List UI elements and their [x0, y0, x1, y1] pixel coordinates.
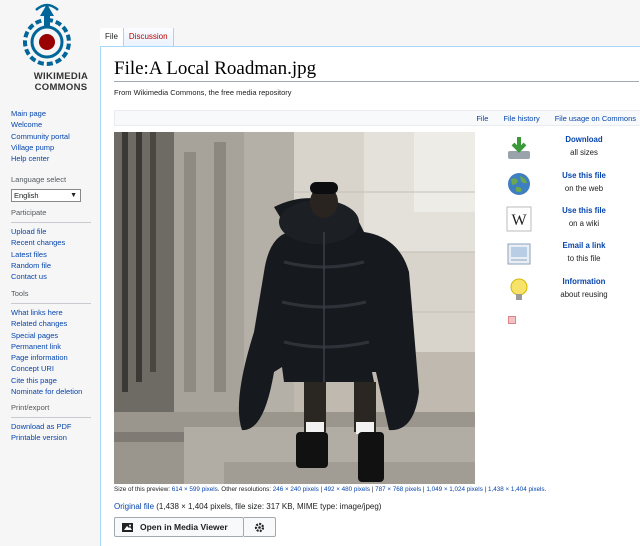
sidebar-item-help-center[interactable]: Help center [11, 153, 91, 164]
sidebar-item-download-pdf[interactable]: Download as PDF [11, 421, 91, 432]
sidebar-item-village-pump[interactable]: Village pump [11, 142, 91, 153]
size-res-link-1[interactable]: 246 × 240 pixels [273, 486, 319, 493]
svg-text:W: W [511, 212, 527, 229]
size-res-link-4[interactable]: 1,049 × 1,024 pixels [426, 486, 483, 493]
sidebar-item-latest-files[interactable]: Latest files [11, 249, 91, 260]
email-icon [506, 241, 532, 267]
sidebar-item-special-pages[interactable]: Special pages [11, 330, 91, 341]
sidebar-item-concept-uri[interactable]: Concept URI [11, 363, 91, 374]
tab-file[interactable]: File [100, 28, 124, 46]
sidebar-item-contact-us[interactable]: Contact us [11, 271, 91, 282]
tools-heading: Tools [11, 289, 29, 298]
sidebar-item-nominate-for-deletion[interactable]: Nominate for deletion [11, 386, 91, 397]
preview-size-line: Size of this preview: 614 × 599 pixels. … [114, 486, 546, 493]
file-toc: File File history File usage on Commons [114, 110, 640, 126]
sidebar-language: Language select English ▼ [11, 175, 81, 202]
sidebar-navigation: Main page Welcome Community portal Villa… [11, 108, 91, 164]
media-viewer-settings-button[interactable] [244, 517, 276, 537]
action-use-wiki-title[interactable]: Use this file [534, 206, 634, 215]
site-tagline: From Wikimedia Commons, the free media r… [114, 88, 292, 97]
size-end: . [544, 486, 547, 493]
size-res-link-2[interactable]: 492 × 480 pixels [324, 486, 370, 493]
size-preview-link[interactable]: 614 × 599 pixels [172, 486, 218, 493]
gear-icon [254, 522, 265, 532]
action-use-wiki-subtitle: on a wiki [568, 219, 600, 228]
sidebar-item-random-file[interactable]: Random file [11, 260, 91, 271]
logo-text-line2: COMMONS [34, 82, 88, 93]
action-email-link[interactable]: Email a link to this file [506, 241, 636, 271]
action-download[interactable]: Download all sizes [506, 135, 636, 165]
action-download-subtitle: all sizes [570, 148, 598, 157]
language-select[interactable]: English ▼ [11, 189, 81, 202]
sidebar-participate: Participate Upload file Recent changes L… [11, 208, 91, 282]
sidebar: WIKIMEDIA COMMONS Main page Welcome Comm… [0, 0, 100, 546]
language-heading: Language select [11, 175, 67, 184]
main-content: File:A Local Roadman.jpg From Wikimedia … [100, 46, 640, 546]
original-file-link[interactable]: Original file [114, 502, 154, 511]
tab-discussion[interactable]: Discussion [123, 28, 174, 46]
sidebar-item-welcome[interactable]: Welcome [11, 119, 91, 130]
action-use-web-title[interactable]: Use this file [534, 171, 634, 180]
original-file-line: Original file (1,438 × 1,404 pixels, fil… [114, 502, 381, 511]
sidebar-item-community-portal[interactable]: Community portal [11, 131, 91, 142]
language-selected: English [14, 191, 39, 200]
action-information-title[interactable]: Information [534, 277, 634, 286]
wikipedia-icon: W [506, 206, 532, 232]
namespace-tabs: File Discussion [100, 28, 174, 46]
participate-heading: Participate [11, 208, 47, 217]
size-res-link-3[interactable]: 787 × 768 pixels [375, 486, 421, 493]
sidebar-tools: Tools What links here Related changes Sp… [11, 289, 91, 397]
action-use-web-subtitle: on the web [564, 184, 604, 193]
action-use-wiki[interactable]: W Use this file on a wiki [506, 206, 636, 236]
broken-image-icon [508, 316, 516, 324]
media-viewer-icon [122, 522, 133, 532]
action-information[interactable]: Information about reusing [506, 277, 636, 307]
action-information-subtitle: about reusing [560, 290, 608, 299]
sidebar-item-upload-file[interactable]: Upload file [11, 226, 91, 237]
action-email-link-subtitle: to this file [567, 254, 601, 263]
action-download-title[interactable]: Download [534, 135, 634, 144]
file-preview-image[interactable] [114, 132, 475, 484]
wikimedia-commons-logo[interactable]: WIKIMEDIA COMMONS [14, 2, 88, 93]
sidebar-item-recent-changes[interactable]: Recent changes [11, 237, 91, 248]
size-other-label: . Other resolutions: [217, 486, 271, 493]
print-export-heading: Print/export [11, 403, 50, 412]
open-media-viewer-label: Open in Media Viewer [140, 522, 228, 532]
page-title: File:A Local Roadman.jpg [114, 58, 317, 79]
lightbulb-icon [506, 277, 532, 303]
toc-file-history-link[interactable]: File history [503, 114, 539, 123]
open-media-viewer-button[interactable]: Open in Media Viewer [114, 517, 244, 537]
globe-icon [506, 171, 532, 197]
sidebar-item-printable-version[interactable]: Printable version [11, 432, 91, 443]
size-res-link-5[interactable]: 1,438 × 1,404 pixels [488, 486, 545, 493]
sidebar-item-cite-this-page[interactable]: Cite this page [11, 375, 91, 386]
original-file-info: (1,438 × 1,404 pixels, file size: 317 KB… [154, 502, 382, 511]
action-use-web[interactable]: Use this file on the web [506, 171, 636, 201]
logo-text-line1: WIKIMEDIA [33, 71, 89, 82]
action-email-link-title[interactable]: Email a link [534, 241, 634, 250]
sidebar-item-page-information[interactable]: Page information [11, 352, 91, 363]
sidebar-item-main-page[interactable]: Main page [11, 108, 91, 119]
sidebar-item-permanent-link[interactable]: Permanent link [11, 341, 91, 352]
sidebar-item-what-links-here[interactable]: What links here [11, 307, 91, 318]
size-preview-label: Size of this preview: [114, 486, 170, 493]
sidebar-item-related-changes[interactable]: Related changes [11, 318, 91, 329]
download-icon [506, 135, 532, 161]
title-divider [114, 81, 639, 82]
toc-file-usage-link[interactable]: File usage on Commons [555, 114, 636, 123]
chevron-down-icon: ▼ [70, 192, 77, 199]
sidebar-print-export: Print/export Download as PDF Printable v… [11, 403, 91, 444]
toc-file-link[interactable]: File [476, 114, 488, 123]
